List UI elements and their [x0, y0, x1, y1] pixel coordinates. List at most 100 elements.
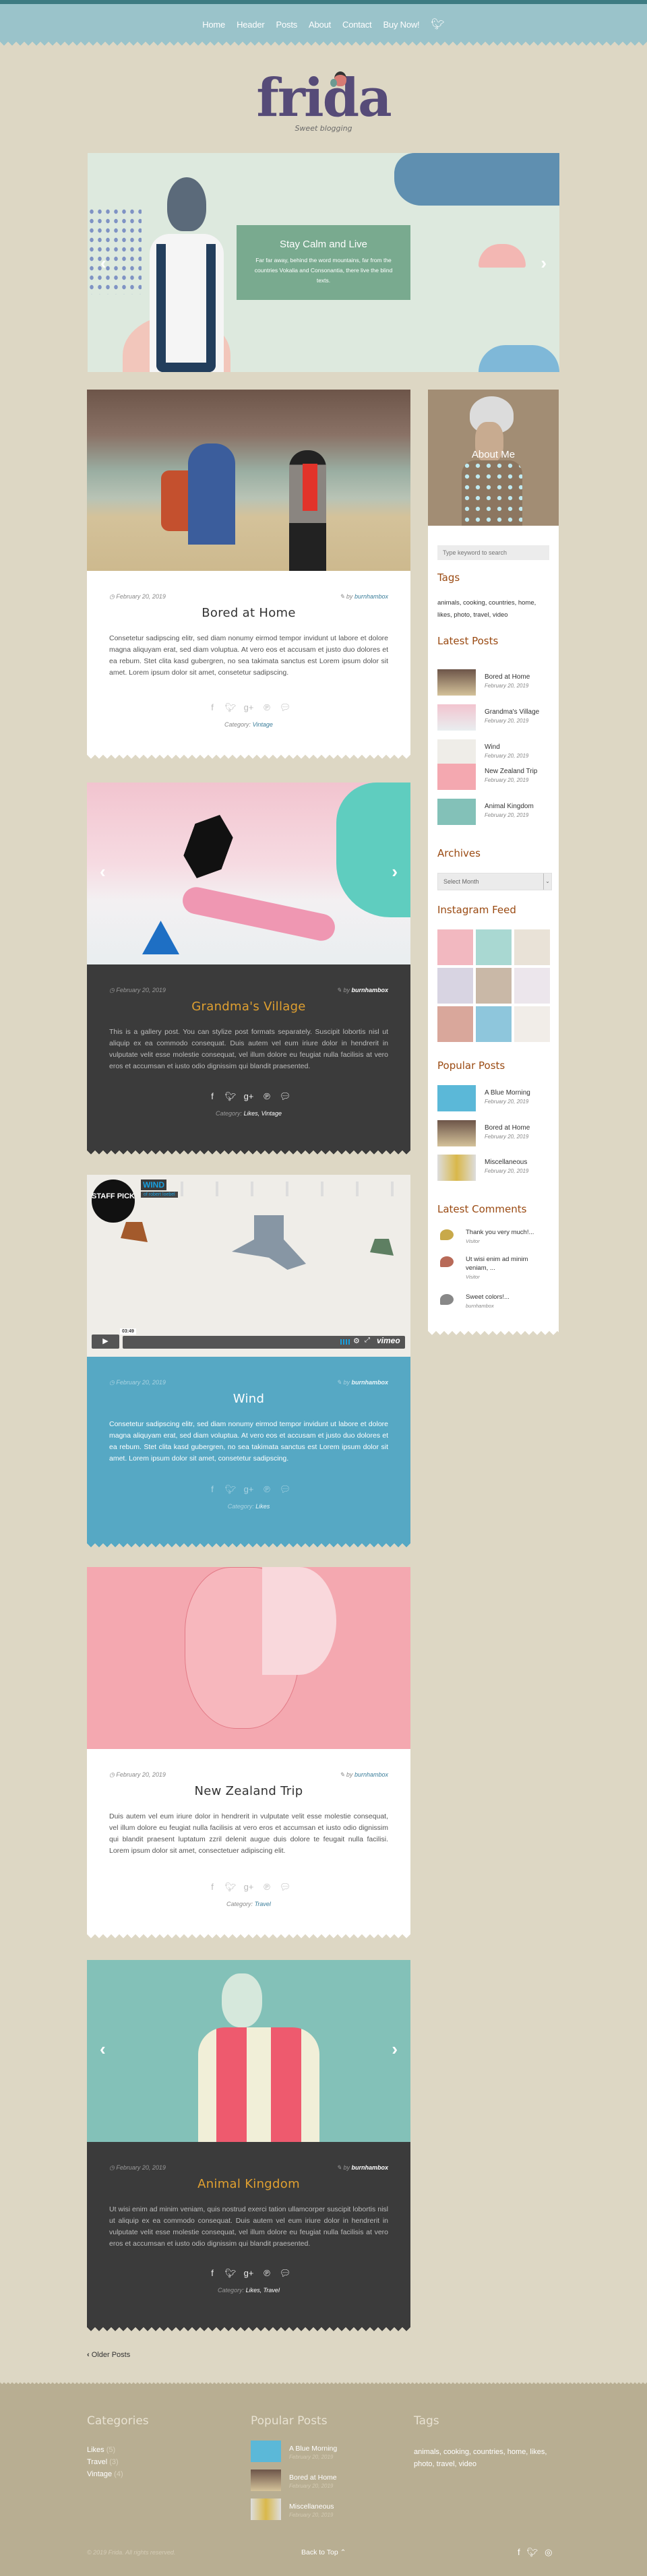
chevron-right-icon[interactable]: › — [392, 2040, 398, 2058]
post-image[interactable] — [87, 1567, 410, 1749]
latest-post-item[interactable]: Grandma's Village February 20, 2019 — [437, 704, 552, 731]
comments-icon[interactable]: 💬︎ — [276, 1882, 295, 1893]
latest-post-item[interactable]: Bored at Home February 20, 2019 — [437, 669, 552, 696]
instagram-photo[interactable] — [437, 1006, 473, 1042]
comments-icon[interactable]: 💬︎ — [276, 702, 295, 713]
post-title[interactable]: Animal Kingdom — [87, 2177, 410, 2191]
about-me-image[interactable]: About Me — [428, 390, 559, 526]
staff-pick-badge[interactable]: STAFF PICK — [92, 1179, 135, 1223]
author-link[interactable]: burnhambox — [351, 2164, 388, 2171]
footer-popular-item[interactable]: Bored at Home February 20, 2019 — [251, 2470, 386, 2491]
facebook-icon[interactable]: f — [518, 2547, 520, 2558]
category-link[interactable]: Likes — [255, 1503, 270, 1510]
twitter-icon[interactable]: 🐦︎ — [222, 1091, 240, 1102]
pinterest-icon[interactable]: ℗ — [258, 1484, 276, 1494]
footer-popular-item[interactable]: Miscellaneous February 20, 2019 — [251, 2498, 386, 2520]
latest-post-item[interactable]: New Zealand Trip February 20, 2019 — [437, 764, 552, 791]
older-posts-link[interactable]: ‹ Older Posts — [87, 2351, 130, 2359]
play-button[interactable]: ▶ — [92, 1335, 119, 1349]
author-link[interactable]: burnhambox — [351, 987, 388, 993]
google-plus-icon[interactable]: g+ — [240, 1882, 258, 1892]
facebook-icon[interactable]: f — [204, 1484, 222, 1494]
video-byline[interactable]: of robert loebel — [141, 1192, 178, 1198]
fullscreen-icon[interactable]: ⤢ — [365, 1337, 370, 1344]
popular-post-item[interactable]: Miscellaneous February 20, 2019 — [437, 1155, 552, 1182]
google-plus-icon[interactable]: g+ — [240, 1091, 258, 1101]
dribbble-icon[interactable]: ◎ — [545, 2547, 552, 2558]
latest-post-item[interactable]: Animal Kingdom February 20, 2019 — [437, 799, 552, 826]
post-title[interactable]: Bored at Home — [87, 606, 410, 620]
author-link[interactable]: burnhambox — [351, 1379, 388, 1386]
category-link[interactable]: Likes, Travel — [246, 2287, 280, 2294]
popular-post-item[interactable]: A Blue Morning February 20, 2019 — [437, 1085, 552, 1112]
nav-about[interactable]: About — [309, 20, 331, 30]
site-logo[interactable]: frida Sweet blogging — [0, 65, 647, 133]
post-title[interactable]: New Zealand Trip — [87, 1784, 410, 1798]
author-link[interactable]: burnhambox — [355, 593, 388, 600]
instagram-photo[interactable] — [437, 929, 473, 965]
post-image[interactable]: ‹ › — [87, 783, 410, 964]
back-to-top-button[interactable]: Back to Top ⌃ — [301, 2548, 346, 2556]
footer-category-likes[interactable]: Likes (5) — [87, 2446, 115, 2454]
nav-posts[interactable]: Posts — [276, 20, 298, 30]
instagram-photo[interactable] — [437, 968, 473, 1004]
instagram-photo[interactable] — [476, 968, 512, 1004]
post-image[interactable] — [87, 390, 410, 571]
twitter-icon[interactable]: 🐦︎ — [222, 702, 240, 713]
chevron-left-icon[interactable]: ‹ — [100, 254, 106, 272]
post-title[interactable]: Wind — [87, 1392, 410, 1406]
post-title[interactable]: Grandma's Village — [87, 1000, 410, 1014]
footer-tags-list[interactable]: animals, cooking, countries, home, likes… — [414, 2446, 559, 2470]
footer-category-vintage[interactable]: Vintage (4) — [87, 2470, 123, 2478]
comment-item[interactable]: Ut wisi enim ad minim veniam, ... Visitor — [437, 1255, 552, 1287]
instagram-photo[interactable] — [514, 929, 550, 965]
search-input[interactable] — [437, 545, 549, 560]
instagram-photo[interactable] — [514, 1006, 550, 1042]
category-link[interactable]: Travel — [255, 1901, 271, 1907]
author-link[interactable]: burnhambox — [355, 1771, 388, 1778]
facebook-icon[interactable]: f — [204, 2268, 222, 2278]
facebook-icon[interactable]: f — [204, 702, 222, 712]
post-image[interactable]: ‹ › — [87, 1960, 410, 2142]
comments-icon[interactable]: 💬︎ — [276, 1484, 295, 1495]
instagram-photo[interactable] — [514, 968, 550, 1004]
twitter-icon[interactable]: 🐦︎ — [527, 2547, 538, 2558]
video-progress-bar[interactable] — [123, 1336, 405, 1349]
footer-category-travel[interactable]: Travel (3) — [87, 2458, 119, 2466]
nav-contact[interactable]: Contact — [342, 20, 372, 30]
google-plus-icon[interactable]: g+ — [240, 1484, 258, 1494]
archives-select[interactable]: Select Month ⌄ — [437, 873, 552, 890]
comments-icon[interactable]: 💬︎ — [276, 1091, 295, 1102]
instagram-photo[interactable] — [476, 929, 512, 965]
pinterest-icon[interactable]: ℗ — [258, 1091, 276, 1101]
chevron-right-icon[interactable]: › — [392, 863, 398, 880]
nav-home[interactable]: Home — [202, 20, 225, 30]
pinterest-icon[interactable]: ℗ — [258, 2268, 276, 2278]
google-plus-icon[interactable]: g+ — [240, 702, 258, 712]
post-image[interactable]: STAFF PICK WIND of robert loebel ▶ 03:49 ⚙ ⤢ vi… — [87, 1175, 410, 1357]
instagram-photo[interactable] — [476, 1006, 512, 1042]
chevron-left-icon[interactable]: ‹ — [100, 863, 106, 880]
comments-icon[interactable]: 💬︎ — [276, 2268, 295, 2279]
pinterest-icon[interactable]: ℗ — [258, 1882, 276, 1892]
volume-icon[interactable] — [340, 1339, 350, 1345]
latest-post-item[interactable]: Wind February 20, 2019 — [437, 739, 552, 766]
popular-post-item[interactable]: Bored at Home February 20, 2019 — [437, 1120, 552, 1147]
chevron-left-icon[interactable]: ‹ — [100, 2040, 106, 2058]
nav-header[interactable]: Header — [237, 20, 265, 30]
vimeo-logo[interactable]: vimeo — [377, 1336, 400, 1345]
video-title-label[interactable]: WIND — [141, 1179, 166, 1190]
twitter-icon[interactable]: 🐦︎ — [222, 2268, 240, 2279]
google-plus-icon[interactable]: g+ — [240, 2268, 258, 2278]
twitter-icon[interactable]: 🐦︎ — [222, 1484, 240, 1495]
facebook-icon[interactable]: f — [204, 1882, 222, 1892]
category-link[interactable]: Vintage — [253, 721, 273, 728]
footer-popular-item[interactable]: A Blue Morning February 20, 2019 — [251, 2441, 386, 2462]
twitter-icon[interactable]: 🐦︎ — [431, 18, 444, 31]
settings-icon[interactable]: ⚙ — [353, 1337, 360, 1345]
nav-buy-now[interactable]: Buy Now! — [383, 20, 419, 30]
comment-item[interactable]: Sweet colors!... burnhambox — [437, 1293, 552, 1325]
chevron-right-icon[interactable]: › — [541, 254, 547, 272]
pinterest-icon[interactable]: ℗ — [258, 702, 276, 712]
tags-list[interactable]: animals, cooking, countries, home, likes… — [437, 597, 552, 621]
